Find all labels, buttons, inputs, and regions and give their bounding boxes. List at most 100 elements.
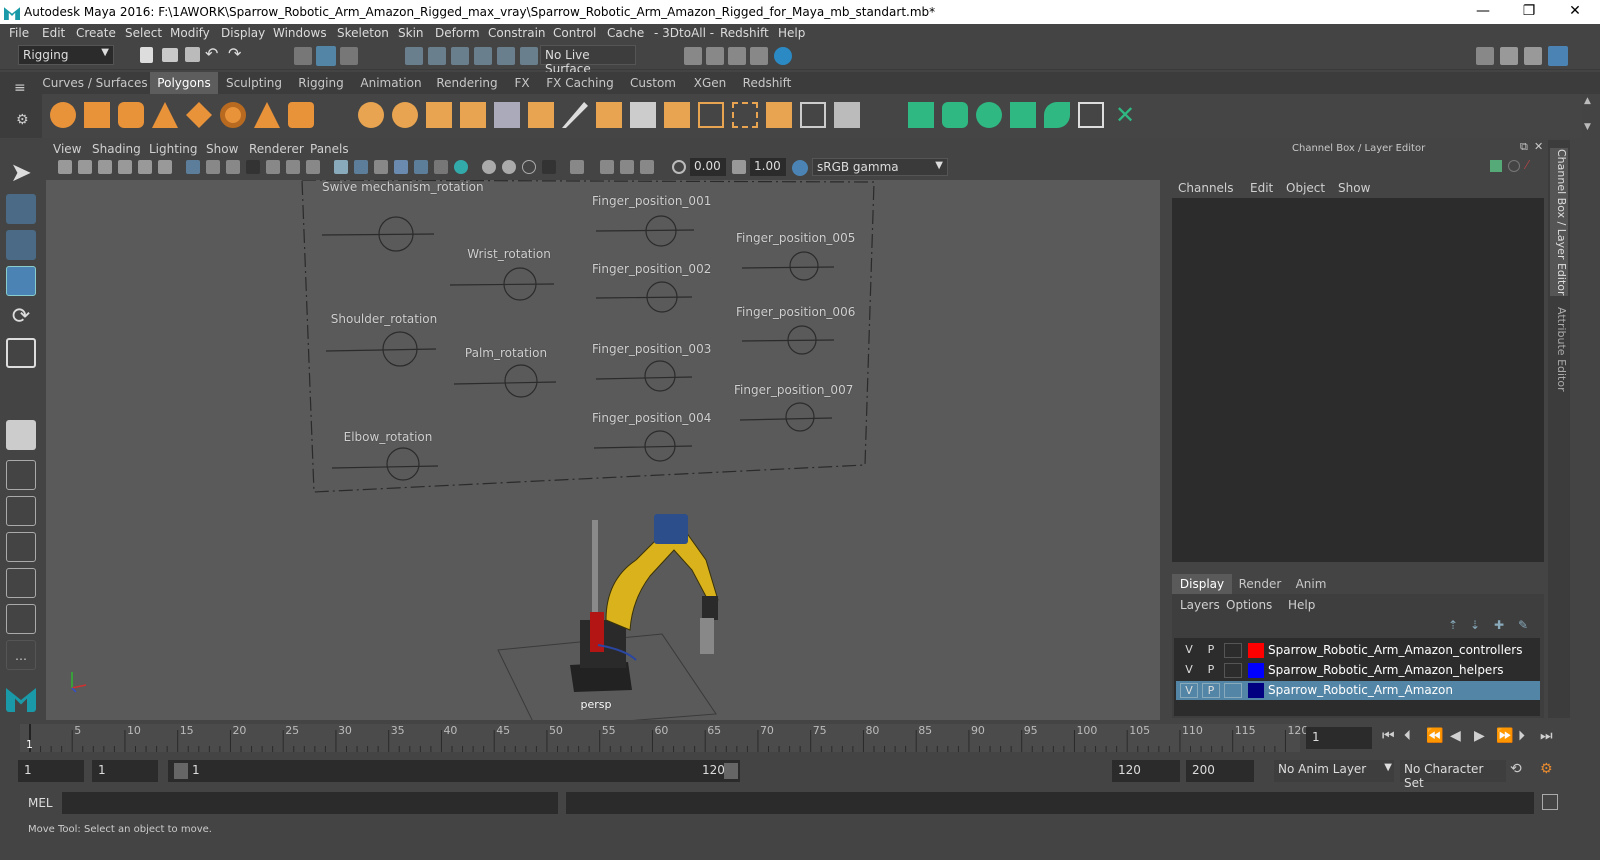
open-scene-icon[interactable] <box>162 48 178 62</box>
layer-menu-options[interactable]: Options <box>1226 598 1272 612</box>
render-current-icon[interactable] <box>706 47 724 65</box>
shelf-scroll-up-icon[interactable]: ▲ <box>1584 96 1591 106</box>
layer-color-swatch[interactable] <box>1248 643 1264 658</box>
workspace-icon[interactable] <box>1476 47 1494 65</box>
play-forwards-icon[interactable]: ▶ <box>1474 728 1485 744</box>
uv-automatic-icon[interactable] <box>1010 102 1036 128</box>
menu-skeleton[interactable]: Skeleton <box>337 26 389 40</box>
single-perspective-layout-icon[interactable] <box>6 420 36 450</box>
auto-key-icon[interactable]: ⟲ <box>1510 761 1522 777</box>
go-to-start-icon[interactable]: ⏮ <box>1382 728 1395 744</box>
menu-3dtoall[interactable]: - 3DtoAll - <box>654 26 714 40</box>
render-settings-icon[interactable] <box>750 47 768 65</box>
shelf-menu-icon[interactable]: ≡ <box>14 80 26 96</box>
tab-xgen[interactable]: XGen <box>686 72 734 94</box>
select-object-icon[interactable] <box>316 46 336 66</box>
extrude-icon[interactable] <box>528 102 554 128</box>
film-gate-icon[interactable] <box>206 160 220 174</box>
combine-icon[interactable] <box>358 102 384 128</box>
current-frame-field[interactable]: 1 <box>1306 727 1372 749</box>
uv-spherical-icon[interactable] <box>976 102 1002 128</box>
script-editor-icon[interactable] <box>1542 794 1558 810</box>
smooth-shade-icon[interactable] <box>354 160 368 174</box>
channel-box-toggle-icon[interactable] <box>1548 46 1568 66</box>
tab-polygons[interactable]: Polygons <box>150 72 218 94</box>
menu-select[interactable]: Select <box>125 26 162 40</box>
hypershade-icon[interactable] <box>774 47 792 65</box>
layer-color-swatch[interactable] <box>1248 683 1264 698</box>
poly-pyramid-icon[interactable] <box>254 102 280 128</box>
image-plane-icon[interactable] <box>118 160 132 174</box>
live-surface-field[interactable]: No Live Surface <box>540 45 636 76</box>
snap-pivot-icon[interactable] <box>520 47 538 65</box>
tab-rendering[interactable]: Rendering <box>430 72 504 94</box>
bookmark-icon[interactable] <box>98 160 112 174</box>
uv-editor-icon[interactable] <box>1078 102 1104 128</box>
new-scene-icon[interactable] <box>140 47 153 63</box>
separate-icon[interactable] <box>392 102 418 128</box>
insert-edge-loop-icon[interactable] <box>630 102 656 128</box>
poly-pipe-icon[interactable] <box>288 102 314 128</box>
menu-deform[interactable]: Deform <box>435 26 480 40</box>
screen-space-ao-icon[interactable] <box>482 160 496 174</box>
grid-icon[interactable] <box>186 160 200 174</box>
poly-torus-icon[interactable] <box>220 102 246 128</box>
lasso-tool-icon[interactable] <box>6 194 36 224</box>
xray-joints-icon[interactable] <box>414 160 428 174</box>
bounding-box-icon[interactable] <box>732 102 758 128</box>
menu-file[interactable]: File <box>9 26 29 40</box>
animation-preferences-icon[interactable]: ⚙ <box>1540 761 1553 777</box>
smooth-icon[interactable] <box>460 102 486 128</box>
depth-of-field-icon[interactable] <box>542 160 556 174</box>
shelf-scroll-down-icon[interactable]: ▼ <box>1584 122 1591 132</box>
layer-color-swatch[interactable] <box>1248 663 1264 678</box>
menu-edit[interactable]: Edit <box>42 26 65 40</box>
vp-menu-lighting[interactable]: Lighting <box>149 142 198 156</box>
safe-action-icon[interactable] <box>286 160 300 174</box>
layer-menu-help[interactable]: Help <box>1288 598 1315 612</box>
menu-control[interactable]: Control <box>553 26 596 40</box>
gamma-field[interactable]: 1.00 <box>750 158 786 176</box>
move-layer-up-icon[interactable]: ⇡ <box>1448 618 1458 632</box>
bevel-icon[interactable] <box>494 102 520 128</box>
menu-display[interactable]: Display <box>221 26 265 40</box>
xray-icon[interactable] <box>600 160 614 174</box>
vp-menu-panels[interactable]: Panels <box>310 142 349 156</box>
modeling-toolkit-icon[interactable] <box>1500 47 1518 65</box>
anti-aliasing-icon[interactable] <box>522 160 536 174</box>
vp-menu-show[interactable]: Show <box>206 142 238 156</box>
layer-visibility-toggle[interactable]: V <box>1180 663 1198 678</box>
persp-graph-layout-icon[interactable] <box>6 532 36 562</box>
isolate-select-icon[interactable] <box>570 160 584 174</box>
snap-curve-icon[interactable] <box>428 47 446 65</box>
manipulator-toggle-icon[interactable] <box>1508 160 1520 172</box>
layer-playback-toggle[interactable]: P <box>1202 683 1220 698</box>
uv-cut-icon[interactable]: ✕ <box>1112 102 1138 128</box>
layer-row[interactable]: V P Sparrow_Robotic_Arm_Amazon_helpers <box>1176 661 1540 680</box>
select-component-icon[interactable] <box>340 47 358 65</box>
persp-viewport[interactable]: Swive mechanism_rotation Wrist_rotation … <box>46 180 1160 720</box>
persp-hypershade-layout-icon[interactable] <box>6 568 36 598</box>
tab-sculpting[interactable]: Sculpting <box>220 72 288 94</box>
vp-menu-view[interactable]: View <box>53 142 81 156</box>
gamma-icon[interactable] <box>732 160 746 174</box>
vp-menu-shading[interactable]: Shading <box>92 142 141 156</box>
colorspace-select[interactable]: sRGB gamma ▼ <box>812 158 948 176</box>
redo-icon[interactable]: ↷ <box>228 44 241 63</box>
grease-pencil-icon[interactable] <box>158 160 172 174</box>
four-view-layout-icon[interactable] <box>6 460 36 490</box>
poly-cone-icon[interactable] <box>152 102 178 128</box>
menu-windows[interactable]: Windows <box>273 26 327 40</box>
shadows-icon[interactable] <box>454 160 468 174</box>
snap-point-icon[interactable] <box>451 47 469 65</box>
step-forward-key-icon[interactable]: ⏩ <box>1496 728 1513 744</box>
minimize-button[interactable]: — <box>1460 0 1506 24</box>
snap-surface-icon[interactable] <box>497 47 515 65</box>
fill-hole-icon[interactable] <box>698 102 724 128</box>
uv-unfold-icon[interactable] <box>1044 102 1070 128</box>
layer-playback-toggle[interactable]: P <box>1202 663 1220 678</box>
layer-display-type-toggle[interactable] <box>1224 663 1242 678</box>
new-layer-from-selected-icon[interactable]: ✎ <box>1518 618 1528 632</box>
new-layer-icon[interactable]: ✚ <box>1494 618 1504 632</box>
ipr-render-icon[interactable] <box>728 47 746 65</box>
